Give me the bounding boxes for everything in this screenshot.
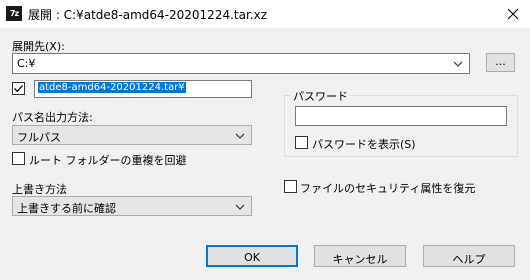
restore-security-checkbox[interactable] bbox=[284, 180, 297, 193]
show-password-checkbox[interactable] bbox=[295, 136, 308, 149]
chevron-down-icon[interactable] bbox=[453, 60, 463, 68]
restore-security-label: ファイルのセキュリティ属性を復元 bbox=[300, 182, 476, 195]
cancel-button[interactable]: キャンセル bbox=[314, 245, 406, 267]
browse-button[interactable]: ... bbox=[486, 53, 515, 72]
eliminate-duplication-checkbox[interactable] bbox=[12, 152, 25, 165]
path-mode-label: パス名出力方法: bbox=[12, 111, 93, 124]
help-button[interactable]: ヘルプ bbox=[423, 245, 515, 267]
password-group-label: パスワード bbox=[291, 88, 350, 104]
extract-to-path-value: C:¥ bbox=[17, 57, 36, 70]
app-icon: 7z bbox=[6, 6, 22, 21]
overwrite-mode-label: 上書き方法 bbox=[12, 183, 67, 196]
window-title: 展開 : C:¥atde8-amd64-20201224.tar.xz bbox=[28, 8, 268, 22]
close-button[interactable] bbox=[496, 0, 530, 28]
extract-to-path-combobox[interactable]: C:¥ bbox=[12, 53, 470, 74]
overwrite-mode-select[interactable]: 上書きする前に確認 bbox=[12, 196, 252, 216]
password-input[interactable] bbox=[295, 106, 507, 126]
chevron-down-icon bbox=[235, 204, 245, 210]
path-mode-select[interactable]: フルパス bbox=[12, 125, 252, 145]
subfolder-input[interactable]: atde8-amd64-20201224.tar¥ bbox=[34, 80, 252, 98]
checkmark-icon bbox=[14, 85, 23, 93]
extract-to-label: 展開先(X): bbox=[12, 40, 65, 53]
show-password-label: パスワードを表示(S) bbox=[312, 138, 416, 151]
close-icon bbox=[507, 8, 519, 20]
chevron-down-icon bbox=[235, 133, 245, 139]
subfolder-checkbox[interactable] bbox=[12, 82, 25, 95]
ok-button[interactable]: OK bbox=[206, 245, 298, 267]
eliminate-duplication-label: ルート フォルダーの重複を回避 bbox=[29, 154, 187, 167]
